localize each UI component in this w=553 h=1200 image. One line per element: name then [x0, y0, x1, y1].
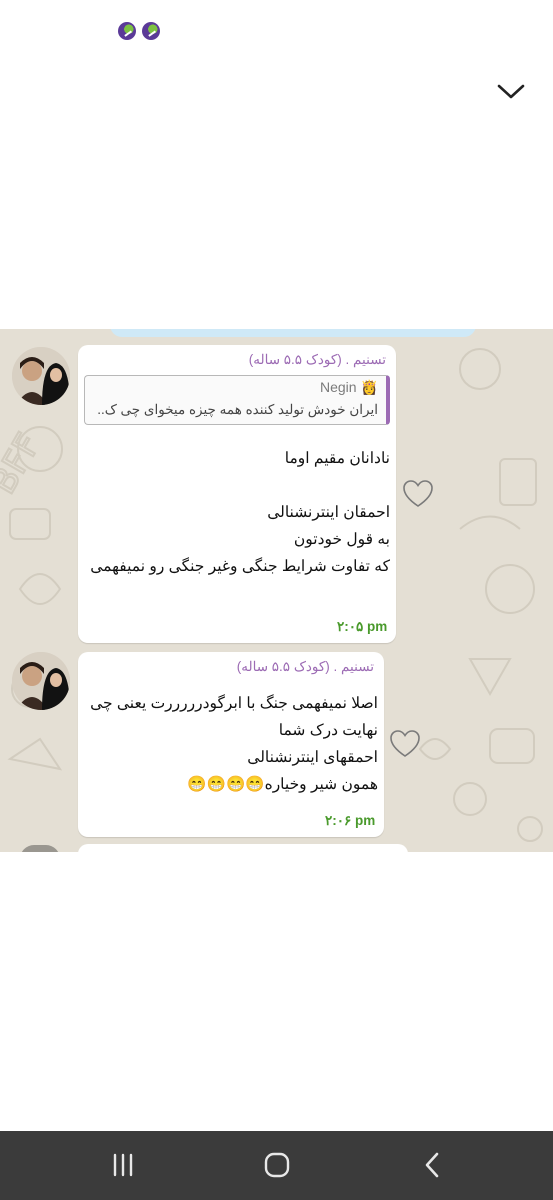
status-icons: [118, 22, 160, 40]
message-line: احمقان اینترنشنالی: [267, 504, 390, 521]
message-time: ۲:۰۵ pm: [337, 619, 388, 634]
sender-name[interactable]: تسنیم . (کودک ۵.۵ ساله): [237, 659, 374, 675]
app-notification-icon: [142, 22, 160, 40]
previous-message-bubble: [110, 329, 476, 337]
back-icon[interactable]: [412, 1149, 452, 1181]
reply-quote[interactable]: Negin 👸 ایران خودش تولید کننده همه چیزه …: [84, 375, 390, 425]
chevron-down-icon[interactable]: [494, 76, 528, 106]
reply-sender-name: Negin: [319, 379, 357, 395]
message-bubble[interactable]: تسنیم . (کودک ۵.۵ ساله) Negin 👸 ایران خو…: [78, 345, 396, 643]
message-line: احمقهای اینترنشنالی: [247, 749, 378, 766]
heart-icon[interactable]: [389, 729, 421, 759]
heart-icon[interactable]: [402, 479, 434, 509]
reply-text: ایران خودش تولید کننده همه چیزه میخوای چ…: [97, 402, 378, 417]
navigation-bar: [0, 1131, 553, 1200]
next-message-bubble: [78, 844, 408, 852]
message-bubble[interactable]: تسنیم . (کودک ۵.۵ ساله) اصلا نمیفهمی جنگ…: [78, 652, 384, 837]
svg-text:BFF: BFF: [0, 427, 49, 501]
home-icon[interactable]: [257, 1149, 297, 1181]
sender-name[interactable]: تسنیم . (کودک ۵.۵ ساله): [249, 352, 386, 368]
chat-area[interactable]: BFF تسنیم . (کودک ۵.۵ ساله) Negin 👸 ایرا…: [0, 329, 553, 852]
message-line: که تفاوت شرایط جنگی وغیر جنگی رو نمیفهمی: [90, 558, 390, 575]
avatar[interactable]: [12, 652, 70, 710]
message-time: ۲:۰۶ pm: [325, 813, 376, 828]
recent-apps-icon[interactable]: [103, 1149, 143, 1181]
message-line: نهایت درک شما: [278, 722, 378, 739]
reply-sender: Negin 👸: [320, 379, 378, 395]
message-line: نادانان مقیم اوما: [284, 450, 390, 467]
princess-emoji: 👸: [360, 379, 378, 395]
status-bar: [0, 0, 553, 60]
message-line: همون شیر وخیاره😁😁😁😁: [187, 776, 378, 793]
message-line: به قول خودتون: [293, 531, 390, 548]
avatar[interactable]: [12, 347, 70, 405]
app-notification-icon: [118, 22, 136, 40]
message-line: اصلا نمیفهمی جنگ با ابرگودرررررت یعنی چی: [90, 695, 378, 712]
